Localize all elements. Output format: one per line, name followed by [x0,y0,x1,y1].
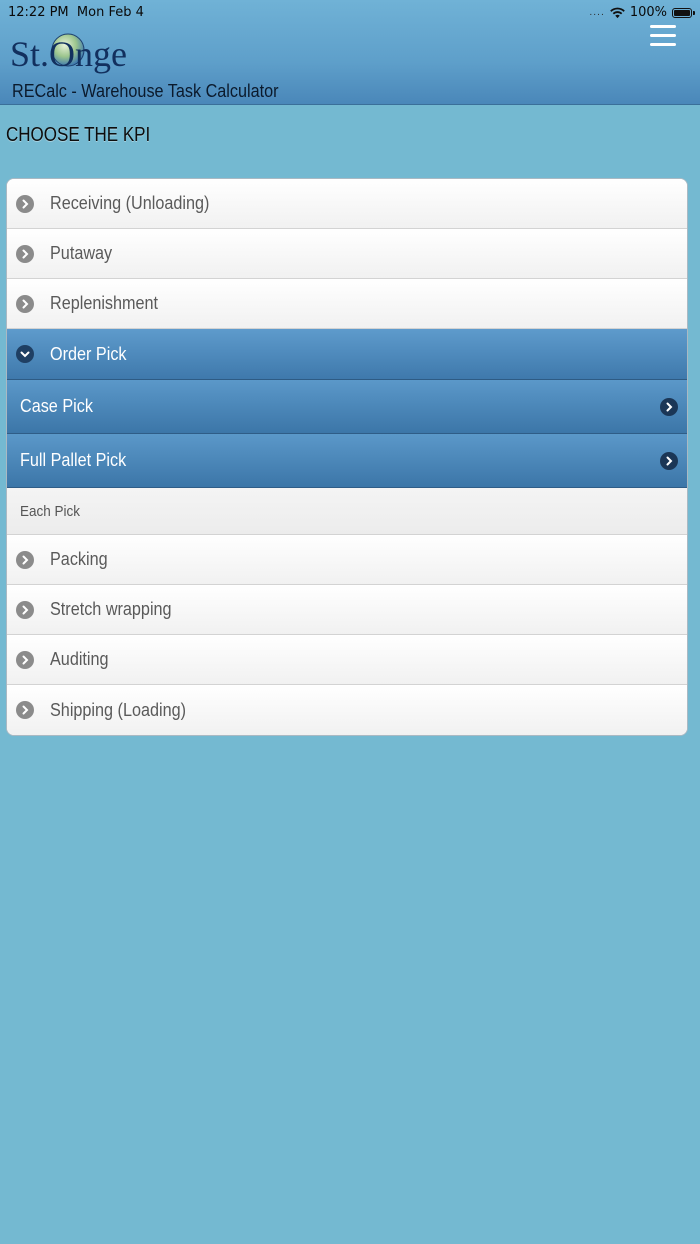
sub-item-case-pick[interactable]: Case Pick [7,380,687,434]
battery-percentage: 100% [629,5,667,20]
wifi-icon [610,7,625,18]
kpi-item-stretch-wrapping[interactable]: Stretch wrapping [7,585,687,635]
menu-line [650,43,676,46]
sub-item-label: Case Pick [20,396,93,416]
kpi-item-label: Packing [50,549,108,569]
chevron-right-icon [16,194,34,213]
kpi-item-label: Putaway [50,243,113,263]
section-heading: CHOOSE THE KPI [6,124,151,146]
chevron-right-icon [16,600,34,619]
kpi-item-label: Shipping (Loading) [50,699,187,720]
app-header: 12:22 PM Mon Feb 4 .... 100% St.Onge REC… [0,0,700,105]
signal-icon: .... [589,7,605,18]
st-onge-logo: St.Onge [10,33,127,74]
chevron-right-icon [16,550,34,569]
hamburger-menu-icon[interactable] [650,25,676,47]
kpi-item-putaway[interactable]: Putaway [7,229,687,279]
kpi-item-shipping[interactable]: Shipping (Loading) [7,685,687,735]
sub-item-full-pallet-pick[interactable]: Full Pallet Pick [7,434,687,488]
status-date-text: Mon Feb 4 [76,5,144,20]
app-title: RECalc - Warehouse Task Calculator [12,81,279,101]
kpi-item-order-pick[interactable]: Order Pick [7,329,687,380]
menu-line [650,25,676,28]
kpi-list: Receiving (Unloading) Putaway Replenishm… [6,178,688,736]
svg-text:St.Onge: St.Onge [10,34,127,74]
kpi-item-label: Order Pick [50,343,127,364]
kpi-item-auditing[interactable]: Auditing [7,635,687,685]
sub-item-each-pick[interactable]: Each Pick [7,488,687,535]
kpi-item-label: Auditing [50,649,109,669]
kpi-item-label: Receiving (Unloading) [50,193,210,213]
chevron-right-icon [16,294,34,313]
battery-icon [672,7,695,18]
kpi-item-label: Stretch wrapping [50,599,172,619]
chevron-right-icon [660,397,678,416]
status-time-text: 12:22 PM [8,5,69,20]
chevron-right-icon [16,650,34,669]
menu-line [650,34,676,37]
chevron-right-icon [16,701,34,719]
status-time: 12:22 PM Mon Feb 4 [8,5,144,20]
sub-item-label: Each Pick [20,502,81,520]
kpi-item-receiving[interactable]: Receiving (Unloading) [7,179,687,229]
kpi-item-packing[interactable]: Packing [7,535,687,585]
chevron-down-icon [16,345,34,363]
kpi-item-replenishment[interactable]: Replenishment [7,279,687,329]
chevron-right-icon [660,451,678,470]
kpi-item-label: Replenishment [50,293,159,313]
sub-item-label: Full Pallet Pick [20,450,127,470]
chevron-right-icon [16,244,34,263]
status-right: .... 100% [589,5,695,20]
